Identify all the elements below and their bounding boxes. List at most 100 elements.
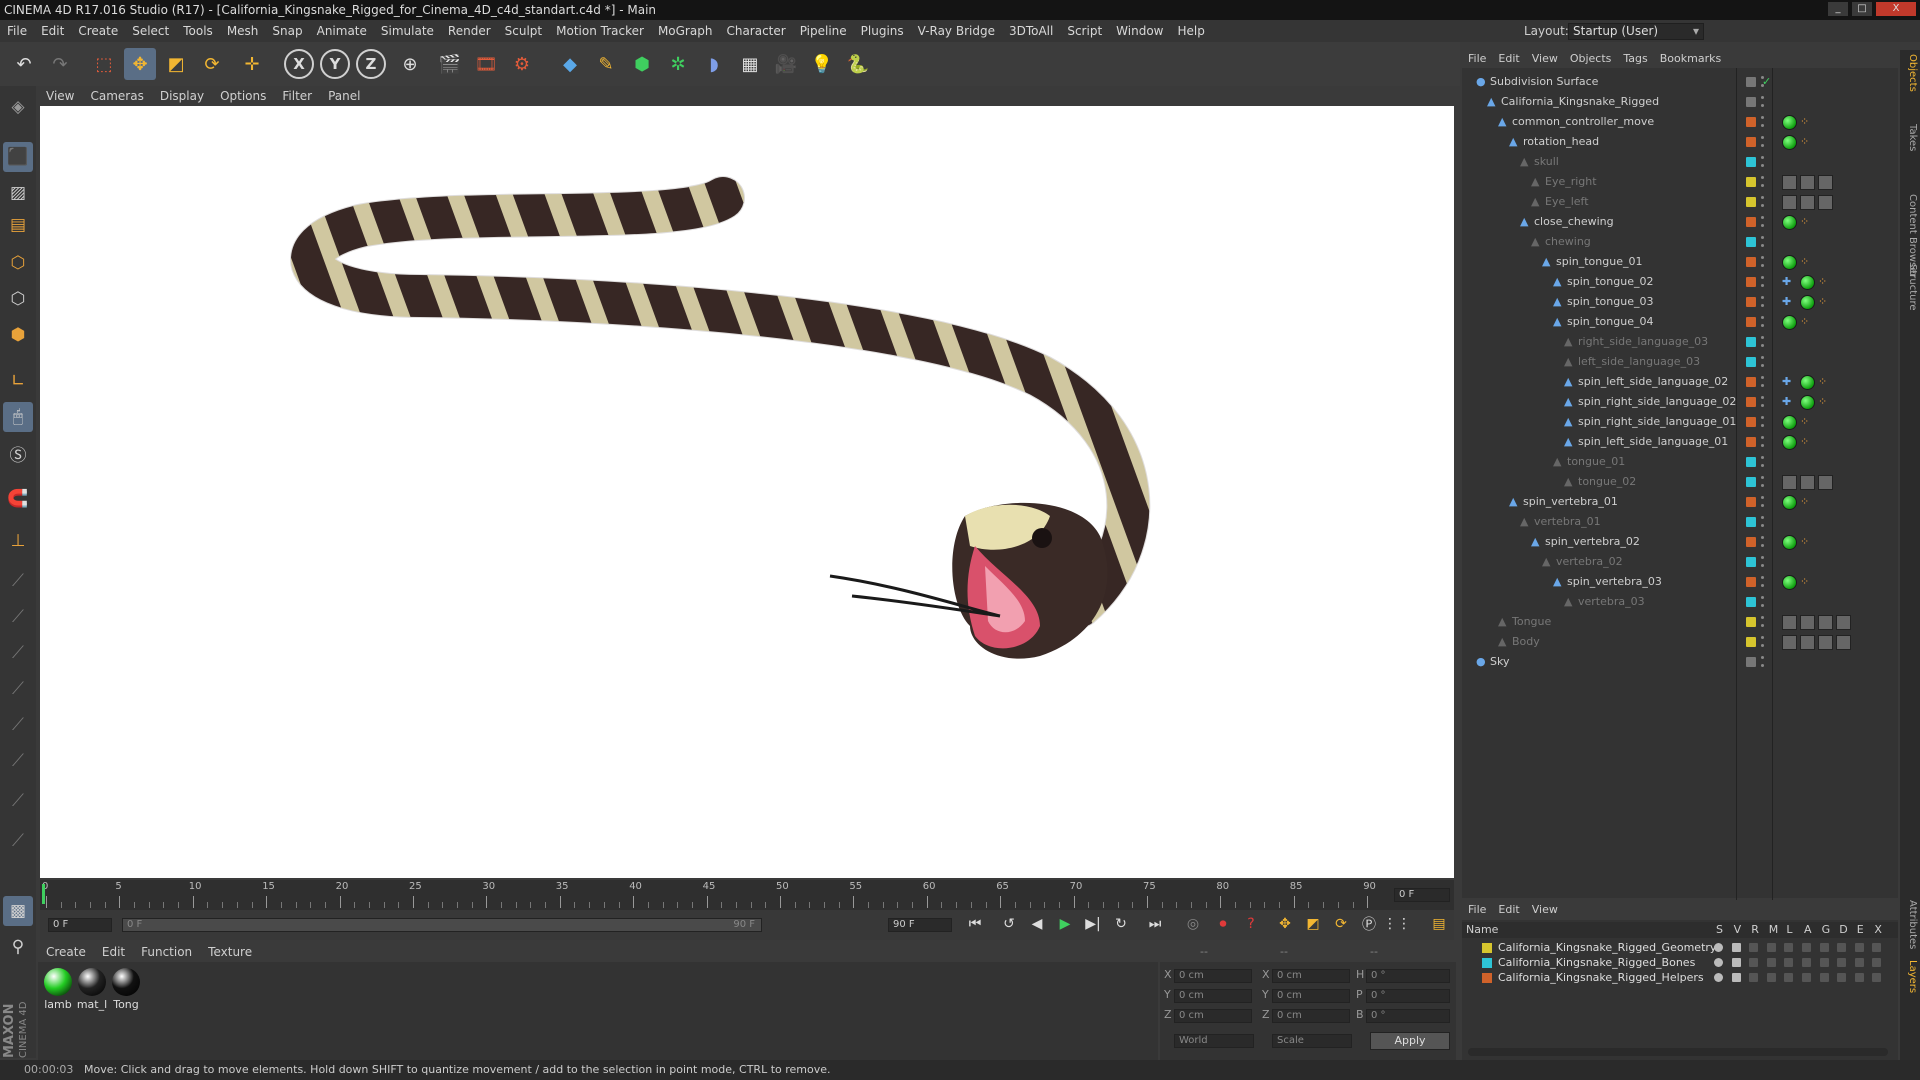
layer-color-indicator[interactable] xyxy=(1746,157,1756,167)
record-rotation-icon[interactable]: ⟳ xyxy=(1328,910,1354,938)
viewport-menu-options[interactable]: Options xyxy=(212,86,274,106)
ik-handle-tag-icon[interactable]: ⁘ xyxy=(1818,372,1827,392)
object-row[interactable]: ▲ Body xyxy=(1462,632,1898,652)
object-row[interactable]: ▲ spin_right_side_language_02 ✚ ⁘ xyxy=(1462,392,1898,412)
layer-toggle-icon[interactable] xyxy=(1872,973,1882,982)
object-row[interactable]: ▲ spin_tongue_02 ✚ ⁘ xyxy=(1462,272,1898,292)
menu-file[interactable]: File xyxy=(0,20,34,42)
texture-tag-icon[interactable] xyxy=(1818,175,1833,190)
layer-toggle-icon[interactable] xyxy=(1749,973,1759,982)
ik-tag-icon[interactable] xyxy=(1782,115,1797,130)
editor-visibility-dot[interactable] xyxy=(1761,336,1764,339)
texture-tag-icon[interactable] xyxy=(1836,615,1851,630)
layer-color-indicator[interactable] xyxy=(1746,417,1756,427)
layer-column-header[interactable]: R xyxy=(1751,922,1759,938)
layer-column-header[interactable]: L xyxy=(1786,922,1792,938)
joint-tool-icon[interactable]: ⟋ xyxy=(3,566,33,596)
menu-motion-tracker[interactable]: Motion Tracker xyxy=(549,20,651,42)
brush-tool-icon[interactable]: ⟋ xyxy=(3,826,33,856)
layer-color-swatch[interactable] xyxy=(1482,958,1492,968)
ik-handle-tag-icon[interactable]: ⁘ xyxy=(1818,272,1827,292)
coord-value-field[interactable]: 0 cm xyxy=(1272,969,1350,983)
menu-edit[interactable]: Edit xyxy=(34,20,71,42)
coordinate-system-icon[interactable]: ⊕ xyxy=(394,48,426,80)
render-visibility-dot[interactable] xyxy=(1761,584,1764,587)
make-editable-icon[interactable]: ◈ xyxy=(3,92,33,122)
menu-tools[interactable]: Tools xyxy=(176,20,220,42)
layer-toggle-icon[interactable] xyxy=(1854,943,1864,952)
layer-color-indicator[interactable] xyxy=(1746,277,1756,287)
texture-tag-icon[interactable] xyxy=(1818,195,1833,210)
layer-color-indicator[interactable] xyxy=(1746,657,1756,667)
ik-tag-icon[interactable] xyxy=(1782,535,1797,550)
record-position-icon[interactable]: ✥ xyxy=(1272,910,1298,938)
layer-color-indicator[interactable] xyxy=(1746,97,1756,107)
layout-dropdown[interactable]: Startup (User) ▾ xyxy=(1568,23,1704,40)
object-menu-tags[interactable]: Tags xyxy=(1617,50,1653,68)
render-visibility-dot[interactable] xyxy=(1761,344,1764,347)
editor-visibility-dot[interactable] xyxy=(1761,416,1764,419)
editor-visibility-dot[interactable] xyxy=(1761,656,1764,659)
texture-tag-icon[interactable] xyxy=(1818,615,1833,630)
layer-color-indicator[interactable] xyxy=(1746,397,1756,407)
previous-frame-icon[interactable]: ◀ xyxy=(1024,910,1050,938)
python-icon[interactable]: 🐍 xyxy=(842,48,874,80)
object-row[interactable]: ▲ spin_vertebra_03 ⁘ xyxy=(1462,572,1898,592)
render-visibility-dot[interactable] xyxy=(1761,204,1764,207)
layer-color-indicator[interactable] xyxy=(1746,617,1756,627)
layer-column-header[interactable]: D xyxy=(1839,922,1847,938)
coord-value-field[interactable]: 0 ° xyxy=(1366,989,1450,1003)
ik-tool-icon[interactable]: ⟋ xyxy=(3,638,33,668)
ik-handle-tag-icon[interactable]: ⁘ xyxy=(1800,572,1809,592)
layer-color-indicator[interactable] xyxy=(1746,457,1756,467)
layer-color-indicator[interactable] xyxy=(1746,337,1756,347)
layer-toggle-icon[interactable] xyxy=(1819,943,1829,952)
viewport-menu-display[interactable]: Display xyxy=(152,86,212,106)
layer-color-indicator[interactable] xyxy=(1746,217,1756,227)
editor-visibility-dot[interactable] xyxy=(1761,596,1764,599)
layer-column-header[interactable]: X xyxy=(1874,922,1882,938)
render-picture-viewer-icon[interactable]: 🎞 xyxy=(470,48,502,80)
texture-tag-icon[interactable] xyxy=(1818,475,1833,490)
next-key-icon[interactable]: ↻ xyxy=(1108,910,1134,938)
edges-mode-icon[interactable]: ⬡ xyxy=(3,284,33,314)
timeline-window-icon[interactable]: ▤ xyxy=(1426,910,1452,938)
menu-mograph[interactable]: MoGraph xyxy=(651,20,720,42)
cloner-icon[interactable]: ✲ xyxy=(662,48,694,80)
texture-mode-icon[interactable]: ▨ xyxy=(3,178,33,208)
previous-key-icon[interactable]: ↺ xyxy=(996,910,1022,938)
object-row[interactable]: ▲ vertebra_02 xyxy=(1462,552,1898,572)
layer-toggle-icon[interactable] xyxy=(1766,973,1776,982)
editor-visibility-dot[interactable] xyxy=(1761,456,1764,459)
menu-character[interactable]: Character xyxy=(719,20,792,42)
right-tab-objects[interactable]: Objects xyxy=(1902,54,1918,92)
coord-value-field[interactable]: 0 ° xyxy=(1366,1009,1450,1023)
layer-column-header[interactable]: M xyxy=(1769,922,1779,938)
layer-toggle-icon[interactable] xyxy=(1872,943,1882,952)
object-row[interactable]: ● Subdivision Surface ✓ xyxy=(1462,72,1898,92)
layer-color-indicator[interactable] xyxy=(1746,357,1756,367)
layer-menu-view[interactable]: View xyxy=(1526,900,1564,920)
ik-handle-tag-icon[interactable]: ⁘ xyxy=(1800,212,1809,232)
ik-tag-icon[interactable] xyxy=(1782,315,1797,330)
object-row[interactable]: ▲ spin_right_side_language_01 ⁘ xyxy=(1462,412,1898,432)
menu-pipeline[interactable]: Pipeline xyxy=(793,20,854,42)
layer-color-indicator[interactable] xyxy=(1746,237,1756,247)
render-visibility-dot[interactable] xyxy=(1761,464,1764,467)
right-tab-attributes[interactable]: Attributes xyxy=(1902,900,1918,949)
current-frame-field[interactable]: 0 F xyxy=(1394,888,1450,902)
menu-v-ray-bridge[interactable]: V-Ray Bridge xyxy=(911,20,1002,42)
render-visibility-dot[interactable] xyxy=(1761,124,1764,127)
material-menu-edit[interactable]: Edit xyxy=(94,942,133,962)
object-row[interactable]: ▲ spin_vertebra_02 ⁘ xyxy=(1462,532,1898,552)
render-visibility-dot[interactable] xyxy=(1761,564,1764,567)
render-visibility-dot[interactable] xyxy=(1761,524,1764,527)
editor-visibility-dot[interactable] xyxy=(1761,556,1764,559)
editor-visibility-dot[interactable] xyxy=(1761,96,1764,99)
object-row[interactable]: ▲ Tongue xyxy=(1462,612,1898,632)
menu-help[interactable]: Help xyxy=(1170,20,1211,42)
render-visibility-dot[interactable] xyxy=(1761,484,1764,487)
workplane-mode-icon[interactable]: ▤ xyxy=(3,210,33,240)
object-row[interactable]: ▲ tongue_02 xyxy=(1462,472,1898,492)
layer-column-header[interactable]: E xyxy=(1857,922,1864,938)
